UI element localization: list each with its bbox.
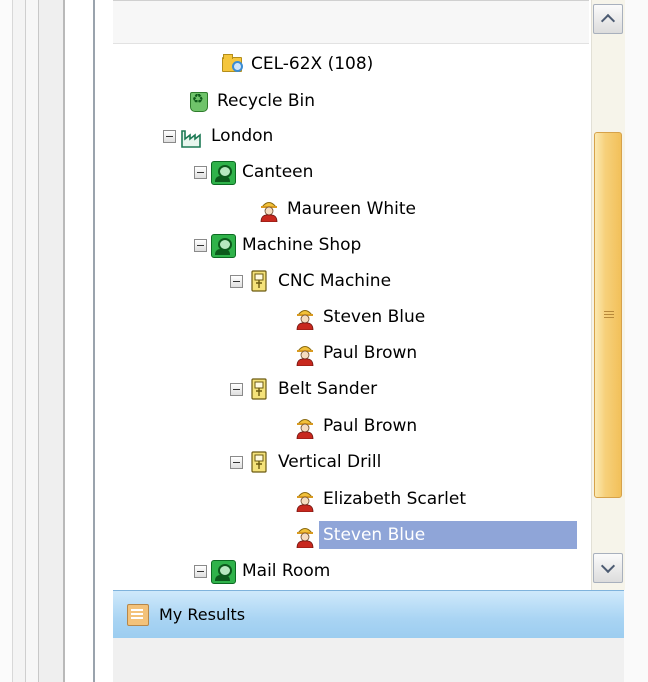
worker-icon xyxy=(291,413,317,440)
worker-icon xyxy=(291,486,317,513)
worker-icon xyxy=(255,196,281,223)
collapse-icon[interactable] xyxy=(194,564,207,578)
worker-icon xyxy=(291,340,317,367)
my-results-button[interactable]: My Results xyxy=(113,590,624,639)
results-icon xyxy=(127,603,149,626)
tree-view[interactable]: CEL-62X (108) Recycle Bin London Canteen… xyxy=(113,0,589,591)
tree-node-label: Maureen White xyxy=(287,199,417,219)
scroll-thumb[interactable] xyxy=(594,132,622,498)
tree-node-label: Machine Shop xyxy=(242,235,362,255)
machine-icon xyxy=(246,449,272,475)
tree-node-vertical-drill[interactable]: Vertical Drill xyxy=(230,444,385,480)
tree-node-label: London xyxy=(211,126,274,146)
tree-node-label: Steven Blue xyxy=(319,521,577,549)
tree-node-label: Steven Blue xyxy=(323,307,426,327)
my-results-label: My Results xyxy=(159,605,246,624)
tree-top-area xyxy=(113,1,589,44)
tree-node-label: Belt Sander xyxy=(278,379,378,399)
tree-node-label: CNC Machine xyxy=(278,271,392,291)
collapse-icon[interactable] xyxy=(194,238,207,252)
collapse-icon[interactable] xyxy=(194,165,207,179)
tree-node-label: Vertical Drill xyxy=(278,452,382,472)
tree-node-mail-room[interactable]: Mail Room xyxy=(194,553,334,589)
tree-node-cel-62x[interactable]: CEL-62X (108) xyxy=(219,46,377,82)
worker-icon xyxy=(291,304,317,331)
tree-node-label: Canteen xyxy=(242,162,314,182)
panel-footer xyxy=(113,638,624,682)
tree-node-label: Recycle Bin xyxy=(217,91,316,111)
tree-node-label: CEL-62X (108) xyxy=(251,54,374,74)
machine-icon xyxy=(246,268,272,294)
tree-node-label: Elizabeth Scarlet xyxy=(323,489,467,509)
tree-node-label: Paul Brown xyxy=(323,416,418,436)
tree-node-steven-blue-selected[interactable]: Steven Blue xyxy=(291,517,577,553)
collapse-icon[interactable] xyxy=(230,274,243,288)
collapse-icon[interactable] xyxy=(230,382,243,396)
tree-node-label: Mail Room xyxy=(242,561,331,581)
recycle-bin-icon xyxy=(185,88,211,114)
window-edge xyxy=(13,0,26,682)
tree-node-canteen[interactable]: Canteen xyxy=(194,154,317,190)
tree-node-elizabeth-scarlet[interactable]: Elizabeth Scarlet xyxy=(291,481,470,517)
vertical-scrollbar[interactable] xyxy=(591,0,625,590)
tree-node-cnc-machine[interactable]: CNC Machine xyxy=(230,263,395,299)
tree-node-machine-shop[interactable]: Machine Shop xyxy=(194,227,365,263)
scroll-up-button[interactable] xyxy=(593,4,623,34)
window-edge xyxy=(26,0,39,682)
tree-node-steven-blue[interactable]: Steven Blue xyxy=(291,299,429,335)
tree-node-recycle-bin[interactable]: Recycle Bin xyxy=(185,83,319,119)
splitter[interactable] xyxy=(39,0,65,682)
machine-icon xyxy=(246,376,272,402)
department-icon xyxy=(210,558,236,584)
collapse-icon[interactable] xyxy=(230,455,243,469)
collapse-icon[interactable] xyxy=(163,129,176,143)
scroll-down-button[interactable] xyxy=(593,553,623,583)
grip-icon xyxy=(604,311,614,319)
tree-node-london[interactable]: London xyxy=(163,118,277,154)
worker-icon xyxy=(291,522,317,549)
tree-node-label: Paul Brown xyxy=(323,343,418,363)
factory-icon xyxy=(179,123,205,149)
search-folder-icon xyxy=(219,51,245,77)
tree-node-belt-sander[interactable]: Belt Sander xyxy=(230,371,381,407)
tree-node-paul-brown[interactable]: Paul Brown xyxy=(291,335,421,371)
window-edge xyxy=(0,0,13,682)
department-icon xyxy=(210,232,236,258)
tree-node-paul-brown[interactable]: Paul Brown xyxy=(291,408,421,444)
panel-gap xyxy=(65,0,91,682)
department-icon xyxy=(210,159,236,185)
tree-node-maureen-white[interactable]: Maureen White xyxy=(255,191,420,227)
